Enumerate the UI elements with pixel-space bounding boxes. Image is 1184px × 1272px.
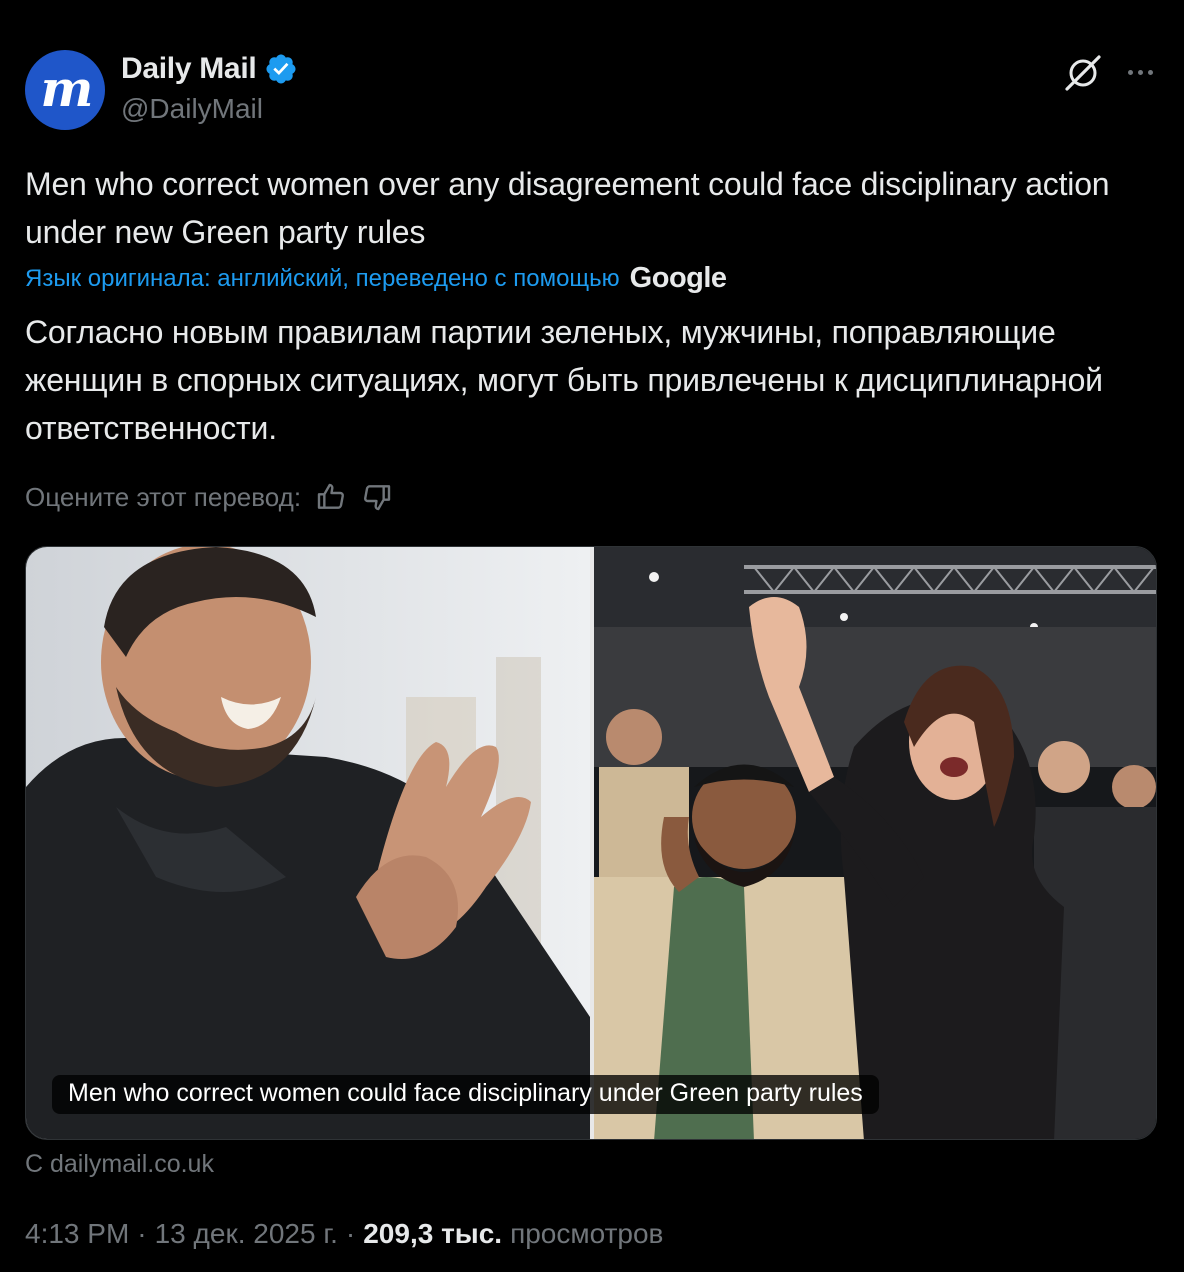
daily-mail-logo: m (40, 58, 94, 118)
translation-note: Язык оригинала: английский, переведено с… (25, 262, 727, 295)
media-card[interactable]: Men who correct women could face discipl… (25, 546, 1157, 1140)
tweet-text-original: Men who correct women over any disagreem… (25, 166, 1110, 250)
author-handle[interactable]: @DailyMail (121, 93, 263, 125)
tweet: m Daily Mail @DailyMail Men who correct … (0, 0, 1184, 1272)
author-display-name[interactable]: Daily Mail (121, 52, 257, 86)
meta-separator: · (137, 1218, 147, 1249)
tweet-meta: 4:13 PM · 13 дек. 2025 г. · 209,3 тыс. п… (25, 1218, 663, 1250)
tweet-text-translated: Согласно новым правилам партии зеленых, … (25, 314, 1103, 446)
media-caption: Men who correct women could face discipl… (52, 1075, 879, 1114)
google-logo: Google (629, 262, 727, 294)
views-count[interactable]: 209,3 тыс. (363, 1218, 502, 1250)
tweet-time[interactable]: 4:13 PM (25, 1218, 129, 1250)
avatar[interactable]: m (25, 50, 105, 130)
rate-translation: Оцените этот перевод: (25, 481, 393, 513)
grok-icon[interactable] (1062, 52, 1104, 94)
views-label: просмотров (510, 1218, 664, 1249)
verified-badge-icon (266, 54, 296, 84)
rate-translation-label: Оцените этот перевод: (25, 481, 302, 512)
thumbs-up-icon[interactable] (315, 481, 347, 513)
media-source-link[interactable]: С dailymail.co.uk (25, 1150, 214, 1179)
thumbs-down-icon[interactable] (361, 481, 393, 513)
translation-label[interactable]: Язык оригинала: английский, переведено с… (25, 265, 620, 293)
photo-conference-crowd (594, 547, 1156, 1139)
author-name-row: Daily Mail (121, 52, 298, 86)
photo-man-clapping (26, 547, 590, 1139)
more-options-icon[interactable] (1120, 54, 1160, 90)
tweet-date[interactable]: 13 дек. 2025 г. (155, 1218, 338, 1250)
meta-separator: · (345, 1218, 356, 1249)
